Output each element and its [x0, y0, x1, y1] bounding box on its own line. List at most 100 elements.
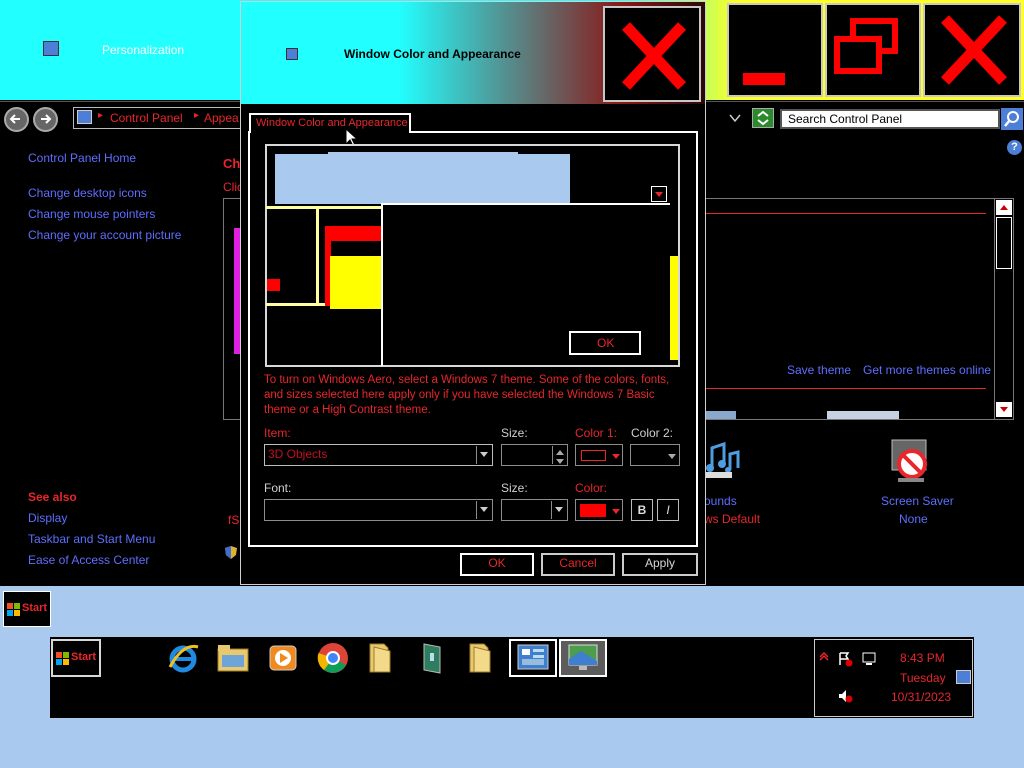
show-hidden-icons-icon[interactable]	[819, 650, 829, 661]
change-mouse-pointers-link[interactable]: Change mouse pointers	[28, 207, 155, 221]
dialog-title: Window Color and Appearance	[344, 47, 521, 61]
font-select[interactable]	[264, 499, 493, 521]
get-more-themes-link[interactable]: Get more themes online	[863, 363, 991, 377]
control-panel-home-link[interactable]: Control Panel Home	[28, 151, 136, 165]
personalization-icon	[568, 644, 598, 670]
preview-yellow-scroll	[670, 256, 678, 360]
personalization-app-icon	[43, 41, 59, 56]
preview-red-block	[325, 226, 381, 241]
change-desktop-icons-link[interactable]: Change desktop icons	[28, 186, 147, 200]
item-label: Item:	[264, 426, 291, 440]
refresh-button[interactable]	[752, 108, 774, 128]
breadcrumb-arrow-icon: ▸	[194, 110, 200, 121]
spin-down-icon[interactable]	[552, 455, 566, 464]
green-book-icon[interactable]	[416, 641, 450, 675]
media-player-icon[interactable]	[266, 641, 300, 675]
italic-label: I	[666, 503, 670, 517]
breadcrumb-control-panel[interactable]: Control Panel	[110, 111, 183, 125]
search-button[interactable]	[1001, 108, 1023, 130]
preview-red-block	[267, 279, 280, 291]
theme-scrollbar[interactable]	[994, 199, 1013, 419]
chrome-icon[interactable]	[316, 641, 350, 675]
font-size-select[interactable]	[501, 499, 568, 521]
close-button[interactable]	[923, 3, 1021, 97]
item-select[interactable]: 3D Objects	[264, 444, 493, 466]
italic-toggle[interactable]: I	[657, 499, 679, 521]
address-box[interactable]: ▸ Control Panel ▸ Appea	[73, 107, 243, 129]
clock-day[interactable]: Tuesday	[900, 671, 946, 685]
ok-label: OK	[488, 556, 506, 570]
display-link[interactable]: Display	[28, 511, 67, 525]
show-desktop-icon[interactable]	[956, 670, 971, 684]
personalization-taskbar-button[interactable]	[559, 639, 607, 677]
color1-picker[interactable]	[575, 444, 623, 466]
cancel-button[interactable]: Cancel	[541, 553, 615, 576]
clock-time[interactable]: 8:43 PM	[900, 651, 945, 665]
uac-shield-icon	[224, 545, 238, 560]
item-select-value: 3D Objects	[268, 447, 328, 461]
screen-saver-label[interactable]: Screen Saver	[881, 494, 954, 508]
internet-explorer-icon[interactable]	[166, 641, 200, 675]
bold-toggle[interactable]: B	[631, 499, 653, 521]
color2-picker[interactable]	[630, 444, 680, 466]
ok-button[interactable]: OK	[460, 553, 534, 576]
minimize-button[interactable]	[727, 3, 823, 97]
preview-yellow-line	[266, 303, 329, 306]
bold-label: B	[637, 503, 647, 517]
scroll-down-button[interactable]	[996, 402, 1012, 417]
windows-logo-icon	[56, 652, 69, 665]
dialog-close-button[interactable]	[603, 6, 701, 102]
tab-panel-topline	[410, 131, 698, 133]
breadcrumb-appearance[interactable]: Appea	[204, 111, 239, 125]
windows-explorer-icon[interactable]	[216, 641, 250, 675]
change-account-picture-link[interactable]: Change your account picture	[28, 228, 181, 242]
scroll-up-button[interactable]	[996, 200, 1012, 215]
control-panel-taskbar-button[interactable]	[509, 639, 557, 677]
tab-window-color[interactable]: Window Color and Appearance	[249, 113, 411, 133]
theme-list-red-line	[706, 213, 986, 214]
volume-muted-icon[interactable]	[837, 688, 853, 704]
taskbar-start-menu-link[interactable]: Taskbar and Start Menu	[28, 532, 155, 546]
ease-of-access-link[interactable]: Ease of Access Center	[28, 553, 149, 567]
theme-thumb-partial	[827, 411, 899, 419]
preview-window-frame	[381, 203, 383, 366]
save-theme-link[interactable]: Save theme	[787, 363, 851, 377]
size-label: Size:	[501, 426, 528, 440]
clock-date[interactable]: 10/31/2023	[891, 690, 951, 704]
chevron-down-icon	[612, 454, 620, 459]
maximize-button[interactable]	[825, 3, 921, 97]
forward-button[interactable]	[33, 107, 58, 132]
theme-list-red-line	[706, 388, 986, 389]
address-dropdown-icon[interactable]	[728, 112, 742, 124]
restore-icon	[834, 18, 898, 74]
preview-yellow-line	[266, 206, 381, 209]
apply-button[interactable]: Apply	[622, 553, 698, 576]
folder-icon[interactable]	[464, 641, 498, 675]
screen-saver-icon[interactable]	[888, 438, 936, 484]
chevron-down-icon	[612, 509, 620, 514]
search-icon	[1004, 111, 1019, 127]
desktop-start-button[interactable]: Start	[3, 591, 51, 627]
screen-saver-value: None	[899, 512, 928, 526]
taskbar-start-button[interactable]: Start	[51, 639, 101, 677]
help-icon[interactable]: ?	[1007, 140, 1022, 155]
sounds-label[interactable]: ounds	[704, 494, 737, 508]
network-icon[interactable]	[861, 651, 877, 667]
theme-thumb-partial	[706, 411, 736, 419]
back-button[interactable]	[4, 107, 29, 132]
preview-window-frame	[381, 203, 670, 205]
see-also-heading: See also	[28, 490, 77, 504]
sounds-icon[interactable]	[704, 440, 742, 480]
font-color-picker[interactable]	[575, 499, 623, 521]
action-center-icon[interactable]	[837, 651, 853, 667]
forward-arrow-icon	[41, 114, 52, 124]
cancel-label: Cancel	[559, 556, 597, 570]
scroll-thumb[interactable]	[996, 217, 1012, 269]
font-label: Font:	[264, 481, 292, 495]
search-input[interactable]	[780, 109, 1000, 129]
chevron-down-icon	[551, 501, 566, 519]
item-size-spinner[interactable]	[501, 444, 568, 466]
sounds-value: ws Default	[704, 512, 761, 526]
folder-icon[interactable]	[364, 641, 398, 675]
spin-up-icon[interactable]	[552, 446, 566, 455]
